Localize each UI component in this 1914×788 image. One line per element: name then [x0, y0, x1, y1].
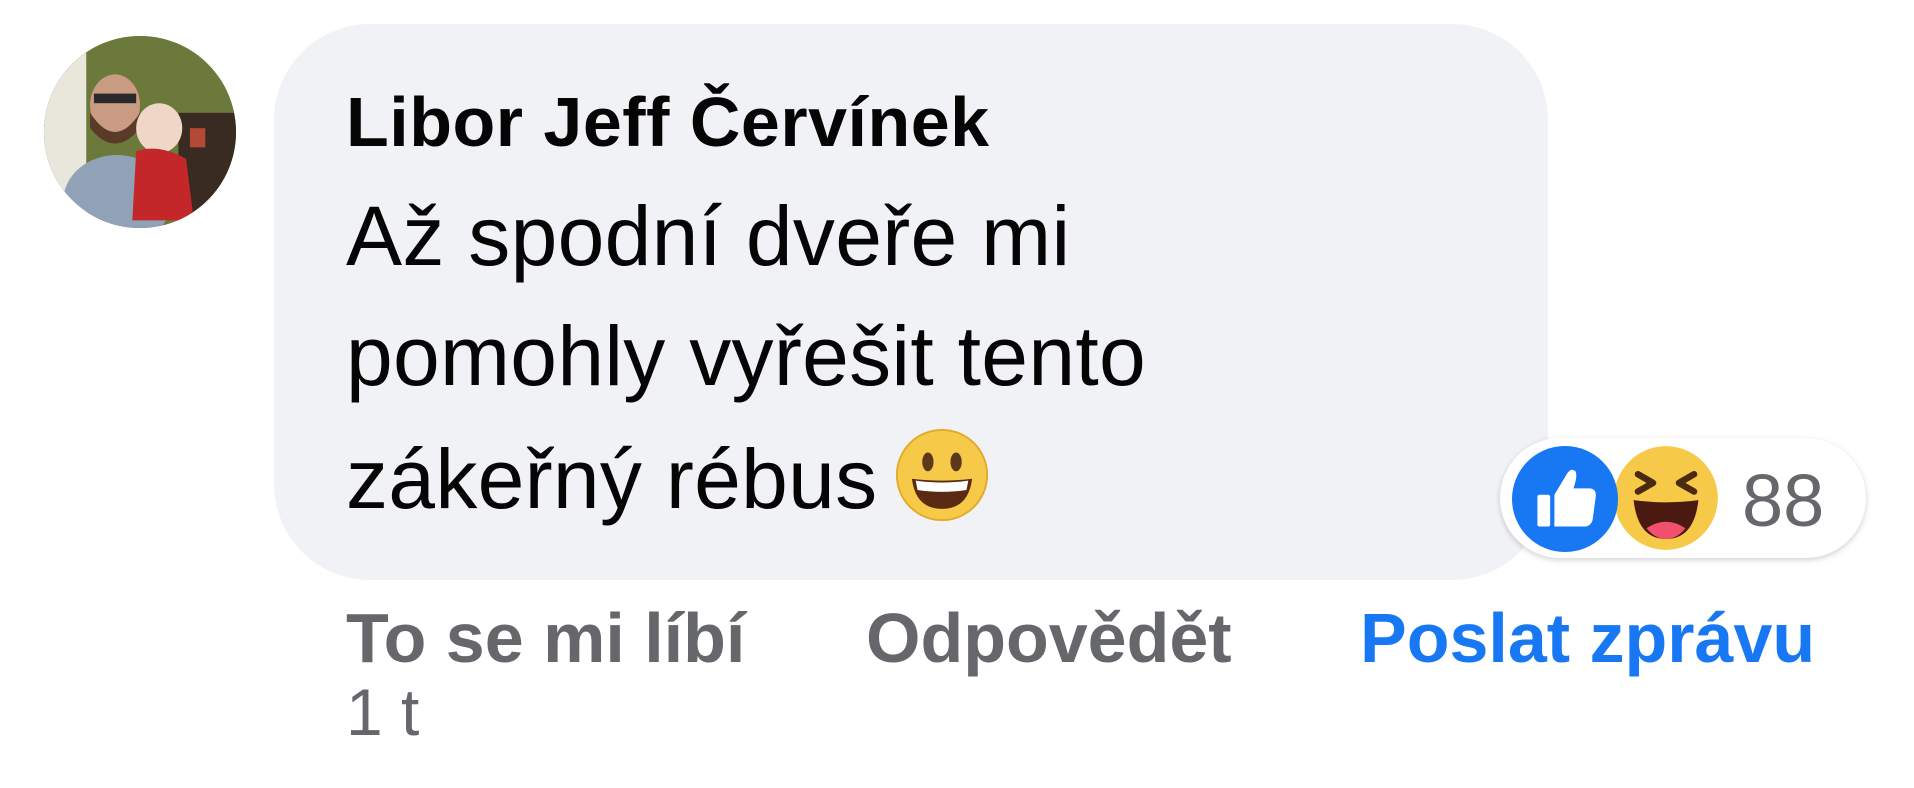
comment-text-line: pomohly vyřešit tento [346, 309, 1146, 403]
comment-timestamp[interactable]: 1 t [346, 674, 419, 750]
avatar[interactable] [44, 36, 236, 228]
reply-button[interactable]: Odpovědět [866, 598, 1232, 678]
avatar-photo [44, 36, 236, 228]
send-message-button[interactable]: Poslat zprávu [1360, 598, 1815, 678]
comment-text-line: zákeřný rébus [346, 428, 989, 528]
like-icon [1512, 446, 1618, 552]
grinning-face-emoji-icon [895, 428, 989, 522]
comment-text-line: Až spodní dveře mi [346, 189, 1071, 283]
like-button[interactable]: To se mi líbí [346, 598, 745, 678]
comment-text-line-content: zákeřný rébus [346, 432, 878, 526]
comment-author[interactable]: Libor Jeff Červínek [346, 82, 990, 162]
reaction-summary[interactable]: 88 [1500, 438, 1866, 558]
haha-icon [1612, 444, 1720, 552]
reaction-count: 88 [1742, 459, 1825, 542]
